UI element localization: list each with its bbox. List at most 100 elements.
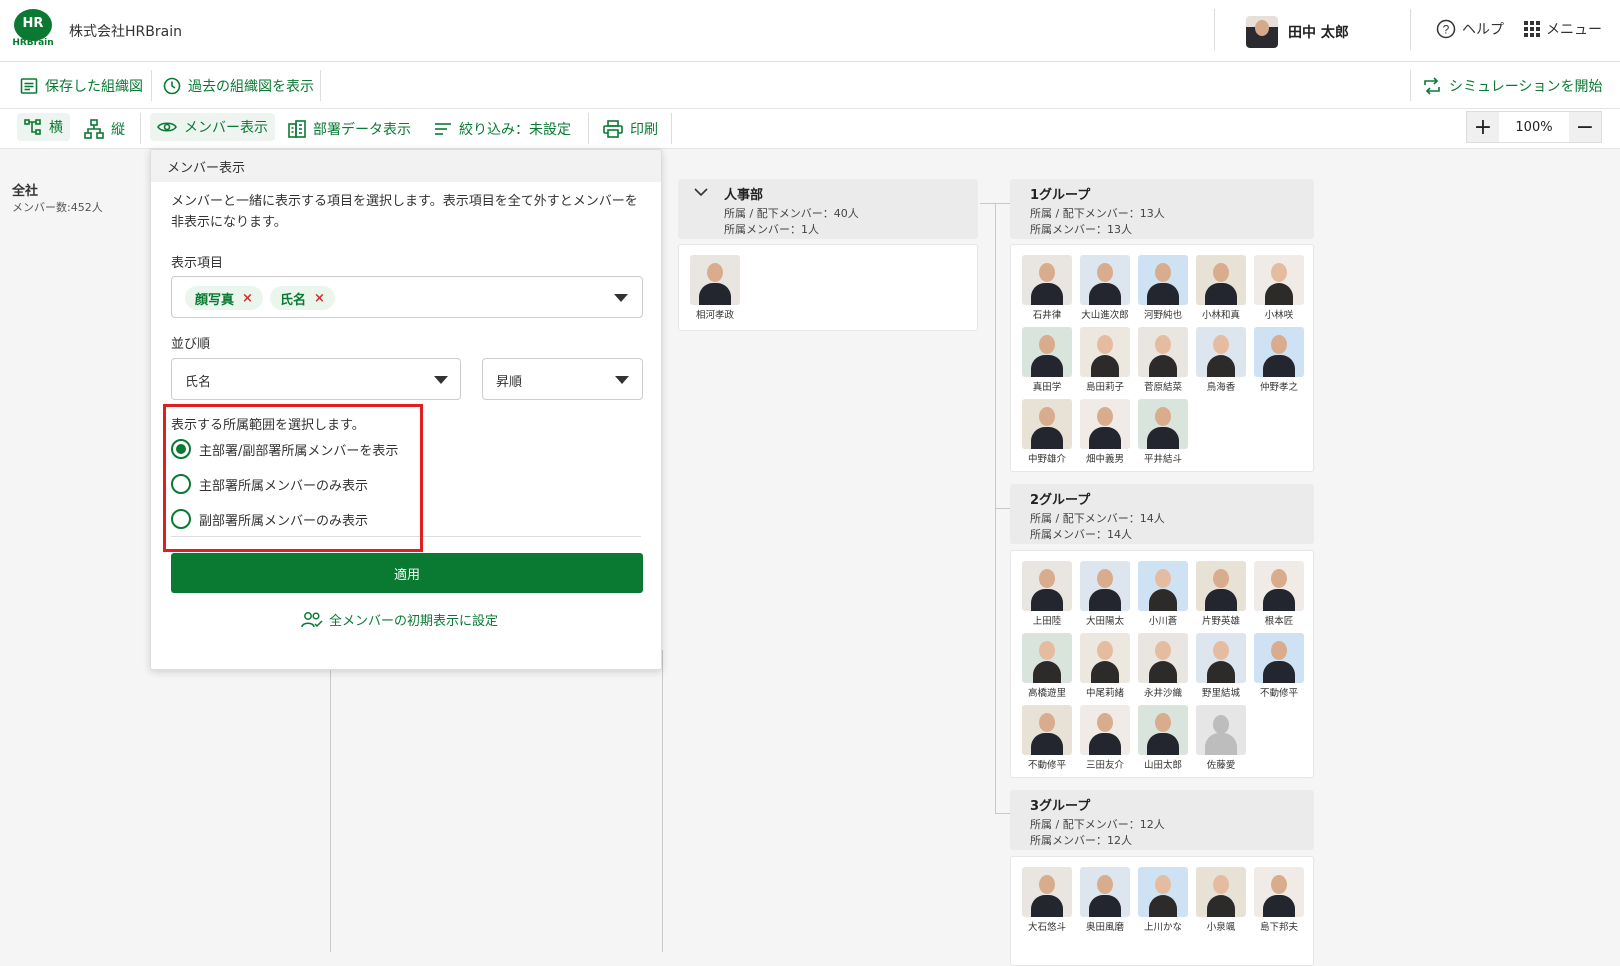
user-name: 田中 太郎 xyxy=(1288,25,1349,41)
member-card[interactable]: 真田学 xyxy=(1021,327,1073,393)
dept-title: 人事部 xyxy=(724,188,764,203)
avatar xyxy=(1022,705,1072,755)
member-card[interactable]: 中尾莉緒 xyxy=(1079,633,1131,699)
dept-card-group3[interactable]: 3グループ 所属 / 配下メンバー：12人 所属メンバー：12人 xyxy=(1010,790,1314,850)
sort-field-select[interactable]: 氏名 xyxy=(171,358,461,400)
filter-label: 絞り込み：未設定 xyxy=(459,122,571,138)
divider xyxy=(671,113,672,144)
past-charts-button[interactable]: 過去の組織図を表示 xyxy=(163,76,314,96)
hrbrain-logo[interactable]: HR HRBrain xyxy=(12,9,54,51)
avatar xyxy=(1080,705,1130,755)
dept-count-total: 所属 / 配下メンバー：14人 xyxy=(1030,512,1165,525)
member-card[interactable]: 片野英雄 xyxy=(1195,561,1247,627)
zoom-in-button[interactable]: + xyxy=(1467,112,1499,142)
chevron-down-icon[interactable] xyxy=(694,187,708,197)
member-name: 不動修平 xyxy=(1259,688,1298,699)
member-card[interactable]: 中野雄介 xyxy=(1021,399,1073,465)
menu-button[interactable]: メニュー xyxy=(1524,19,1602,39)
building-icon xyxy=(288,120,306,138)
member-card[interactable]: 野里結城 xyxy=(1195,633,1247,699)
avatar xyxy=(1254,561,1304,611)
horizontal-layout-button[interactable]: 横 xyxy=(17,113,70,141)
member-card[interactable]: 小林和真 xyxy=(1195,255,1247,321)
apply-button[interactable]: 適用 xyxy=(171,553,643,593)
member-card[interactable]: 山田太郎 xyxy=(1137,705,1189,771)
dept-data-label: 部署データ表示 xyxy=(313,122,411,138)
avatar xyxy=(690,255,740,305)
member-card[interactable]: 小林咲 xyxy=(1253,255,1305,321)
member-name: 畑中義男 xyxy=(1085,454,1124,465)
member-card[interactable]: 不動修平 xyxy=(1021,705,1073,771)
member-name: 小泉颯 xyxy=(1206,922,1236,933)
saved-charts-button[interactable]: 保存した組織図 xyxy=(20,76,143,96)
member-card[interactable]: 石井律 xyxy=(1021,255,1073,321)
tag-photo: 顔写真 × xyxy=(185,286,263,310)
view-toolbar: 横 縦 メンバー表示 部署データ表示 絞り込み：未設定 印刷 + 100% − xyxy=(0,109,1620,149)
zoom-out-button[interactable]: − xyxy=(1569,112,1601,142)
member-card[interactable]: 奥田風磨 xyxy=(1079,867,1131,933)
member-card[interactable]: 上田陸 xyxy=(1021,561,1073,627)
avatar xyxy=(1254,633,1304,683)
member-card[interactable]: 小泉颯 xyxy=(1195,867,1247,933)
reset-default-button[interactable]: 全メンバーの初期表示に設定 xyxy=(301,610,513,629)
member-card[interactable]: 相河孝政 xyxy=(689,255,741,321)
avatar xyxy=(1254,327,1304,377)
dept-card-hr[interactable]: 人事部 所属 / 配下メンバー：40人 所属メンバー：1人 xyxy=(678,179,978,239)
member-card[interactable]: 仲野孝之 xyxy=(1253,327,1305,393)
help-link[interactable]: ? ヘルプ xyxy=(1436,19,1504,39)
member-card[interactable]: 小川蒼 xyxy=(1137,561,1189,627)
dept-card-group2[interactable]: 2グループ 所属 / 配下メンバー：14人 所属メンバー：14人 xyxy=(1010,484,1314,544)
user-menu[interactable]: 田中 太郎 xyxy=(1246,16,1349,48)
member-name: 根本匠 xyxy=(1264,616,1294,627)
member-card[interactable]: 平井結斗 xyxy=(1137,399,1189,465)
dept-title: 3グループ xyxy=(1030,799,1091,814)
dept-count-direct: 所属メンバー：13人 xyxy=(1030,223,1132,236)
member-name: 不動修平 xyxy=(1027,760,1066,771)
start-simulation-button[interactable]: シミュレーションを開始 xyxy=(1422,76,1602,96)
connector-line xyxy=(980,203,1010,204)
dept-data-button[interactable]: 部署データ表示 xyxy=(288,119,411,139)
menu-label: メニュー xyxy=(1546,22,1602,38)
display-items-select[interactable]: 顔写真 × 氏名 × xyxy=(171,276,643,318)
filter-lines-icon xyxy=(434,122,452,136)
connector-line xyxy=(330,650,331,952)
root-node[interactable]: 全社 メンバー数:452人 xyxy=(12,180,152,220)
avatar xyxy=(1022,633,1072,683)
refresh-arrows-icon xyxy=(1422,77,1442,95)
filter-button[interactable]: 絞り込み：未設定 xyxy=(434,119,571,139)
member-box-group1: 石井律 大山進次郎 河野純也 小林和真 小林咲真田学 島田莉子 菅原結菜 鳥海香 仲野孝之中野雄… xyxy=(1010,244,1314,472)
member-name: 河野純也 xyxy=(1143,310,1182,321)
help-icon: ? xyxy=(1436,19,1456,39)
vertical-layout-button[interactable]: 縦 xyxy=(84,119,125,139)
member-card[interactable]: 大田陽太 xyxy=(1079,561,1131,627)
tag-remove-icon[interactable]: × xyxy=(242,291,253,306)
member-card[interactable]: 島田莉子 xyxy=(1079,327,1131,393)
member-view-button[interactable]: メンバー表示 xyxy=(150,113,275,141)
member-card[interactable]: 畑中義男 xyxy=(1079,399,1131,465)
caret-down-icon xyxy=(434,376,448,384)
dept-card-group1[interactable]: 1グループ 所属 / 配下メンバー：13人 所属メンバー：13人 xyxy=(1010,179,1314,239)
member-card[interactable]: 鳥海香 xyxy=(1195,327,1247,393)
print-button[interactable]: 印刷 xyxy=(603,119,658,139)
member-name: 真田学 xyxy=(1032,382,1062,393)
member-card[interactable]: 根本匠 xyxy=(1253,561,1305,627)
vertical-tree-icon xyxy=(84,119,104,139)
member-card[interactable]: 菅原結菜 xyxy=(1137,327,1189,393)
sort-order-select[interactable]: 昇順 xyxy=(482,358,643,400)
member-card[interactable]: 島下邦夫 xyxy=(1253,867,1305,933)
member-card[interactable]: 河野純也 xyxy=(1137,255,1189,321)
member-card[interactable]: 三田友介 xyxy=(1079,705,1131,771)
member-card[interactable]: 上川かな xyxy=(1137,867,1189,933)
member-card[interactable]: 佐藤愛 xyxy=(1195,705,1247,771)
tag-label: 氏名 xyxy=(280,292,307,308)
member-name: 永井沙織 xyxy=(1143,688,1182,699)
avatar xyxy=(1080,561,1130,611)
member-card[interactable]: 永井沙織 xyxy=(1137,633,1189,699)
tag-remove-icon[interactable]: × xyxy=(314,291,325,306)
caret-down-icon[interactable] xyxy=(614,294,628,302)
avatar xyxy=(1138,867,1188,917)
member-card[interactable]: 大山進次郎 xyxy=(1079,255,1131,321)
member-card[interactable]: 大石悠斗 xyxy=(1021,867,1073,933)
member-card[interactable]: 不動修平 xyxy=(1253,633,1305,699)
member-card[interactable]: 高橋遊里 xyxy=(1021,633,1073,699)
